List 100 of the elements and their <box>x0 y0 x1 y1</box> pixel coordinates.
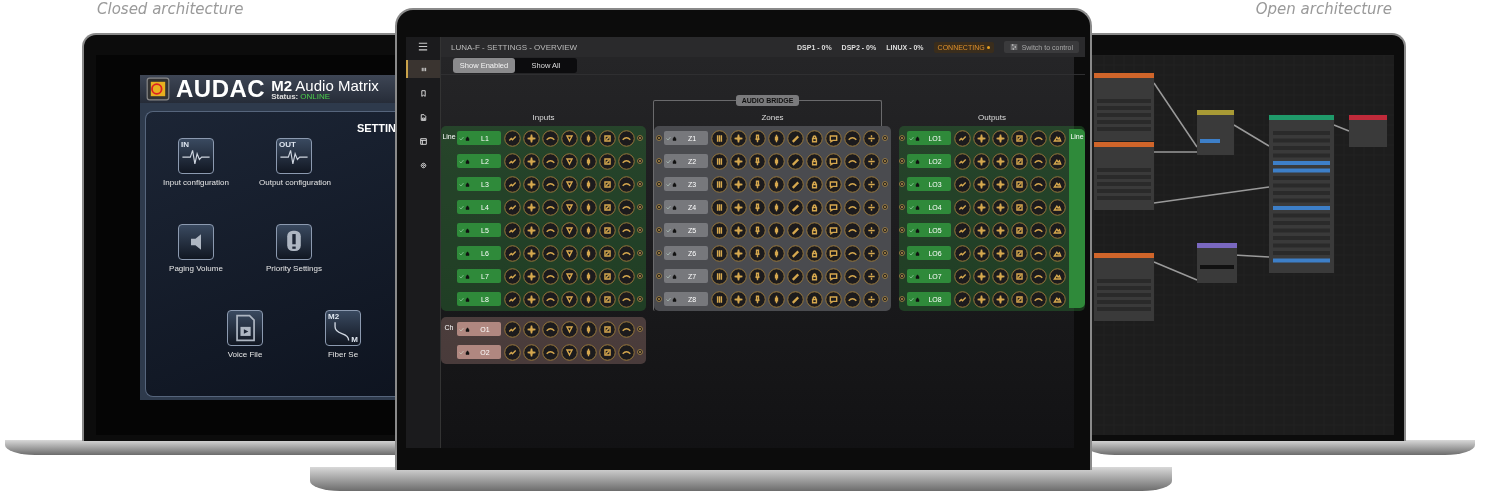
fan-icon[interactable] <box>561 320 578 338</box>
split-icon[interactable] <box>863 244 880 262</box>
star-burst-icon[interactable] <box>992 175 1009 193</box>
fader-icon[interactable] <box>768 129 785 147</box>
routing-icon[interactable] <box>599 221 616 239</box>
curve-icon[interactable] <box>542 152 559 170</box>
star-burst-icon[interactable] <box>992 152 1009 170</box>
curve-icon[interactable] <box>1030 244 1047 262</box>
tile-button[interactable] <box>227 310 263 346</box>
message-icon[interactable] <box>825 152 842 170</box>
pencil-icon[interactable] <box>787 198 804 216</box>
pencil-icon[interactable] <box>787 221 804 239</box>
sliders-icon[interactable] <box>711 175 728 193</box>
fader-icon[interactable] <box>768 198 785 216</box>
microphone-icon[interactable] <box>749 290 766 308</box>
fader-icon[interactable] <box>580 175 597 193</box>
mountain-icon[interactable] <box>1049 267 1066 285</box>
lock-icon[interactable] <box>806 244 823 262</box>
fader-icon[interactable] <box>768 221 785 239</box>
sidebar-item[interactable] <box>406 60 440 78</box>
menu-icon[interactable] <box>418 42 428 51</box>
curve-icon[interactable] <box>618 267 635 285</box>
fader-icon[interactable] <box>768 152 785 170</box>
routing-icon[interactable] <box>1011 267 1028 285</box>
message-icon[interactable] <box>825 290 842 308</box>
graph-node[interactable] <box>1094 73 1154 141</box>
routing-icon[interactable] <box>1011 175 1028 193</box>
curve-icon[interactable] <box>618 221 635 239</box>
fader-icon[interactable] <box>580 320 597 338</box>
star-burst-icon[interactable] <box>992 221 1009 239</box>
curve-icon[interactable] <box>1030 129 1047 147</box>
sliders-icon[interactable] <box>711 198 728 216</box>
fan-icon[interactable] <box>561 175 578 193</box>
routing-icon[interactable] <box>1011 129 1028 147</box>
graph-node[interactable] <box>1269 115 1334 273</box>
lock-icon[interactable] <box>806 290 823 308</box>
star-burst-icon[interactable] <box>973 175 990 193</box>
split-icon[interactable] <box>863 290 880 308</box>
star-burst-icon[interactable] <box>992 129 1009 147</box>
fader-icon[interactable] <box>580 244 597 262</box>
pencil-icon[interactable] <box>787 267 804 285</box>
star-burst-icon[interactable] <box>973 221 990 239</box>
star-burst-icon[interactable] <box>523 175 540 193</box>
star-burst-icon[interactable] <box>992 198 1009 216</box>
star-burst-icon[interactable] <box>973 244 990 262</box>
fan-icon[interactable] <box>561 290 578 308</box>
fan-icon[interactable] <box>561 267 578 285</box>
routing-icon[interactable] <box>1011 244 1028 262</box>
mountain-icon[interactable] <box>1049 175 1066 193</box>
sliders-icon[interactable] <box>711 221 728 239</box>
curve-icon[interactable] <box>1030 290 1047 308</box>
sliders-icon[interactable] <box>711 290 728 308</box>
star-burst-icon[interactable] <box>523 152 540 170</box>
mountain-icon[interactable] <box>1049 290 1066 308</box>
microphone-icon[interactable] <box>749 198 766 216</box>
fader-icon[interactable] <box>580 129 597 147</box>
mountain-icon[interactable] <box>1049 198 1066 216</box>
graph-node[interactable] <box>1349 115 1387 147</box>
message-icon[interactable] <box>825 267 842 285</box>
split-icon[interactable] <box>863 175 880 193</box>
fader-icon[interactable] <box>580 290 597 308</box>
graph-node[interactable] <box>1094 142 1154 210</box>
mountain-icon[interactable] <box>1049 129 1066 147</box>
curve-icon[interactable] <box>1030 221 1047 239</box>
curve-icon[interactable] <box>844 198 861 216</box>
star-burst-icon[interactable] <box>730 267 747 285</box>
microphone-icon[interactable] <box>749 129 766 147</box>
star-burst-icon[interactable] <box>992 267 1009 285</box>
star-burst-icon[interactable] <box>523 343 540 361</box>
curve-icon[interactable] <box>618 198 635 216</box>
microphone-icon[interactable] <box>749 267 766 285</box>
curve-icon[interactable] <box>618 320 635 338</box>
split-icon[interactable] <box>863 152 880 170</box>
microphone-icon[interactable] <box>749 152 766 170</box>
curve-icon[interactable] <box>618 175 635 193</box>
star-burst-icon[interactable] <box>523 244 540 262</box>
routing-icon[interactable] <box>599 343 616 361</box>
curve-icon[interactable] <box>542 320 559 338</box>
curve-icon[interactable] <box>618 129 635 147</box>
split-icon[interactable] <box>863 198 880 216</box>
curve-icon[interactable] <box>1030 152 1047 170</box>
curve-icon[interactable] <box>618 343 635 361</box>
routing-icon[interactable] <box>1011 198 1028 216</box>
fader-icon[interactable] <box>768 267 785 285</box>
graph-node[interactable] <box>1197 243 1237 283</box>
routing-icon[interactable] <box>1011 221 1028 239</box>
curve-icon[interactable] <box>1030 175 1047 193</box>
curve-icon[interactable] <box>542 221 559 239</box>
star-burst-icon[interactable] <box>973 152 990 170</box>
pencil-icon[interactable] <box>787 152 804 170</box>
fan-icon[interactable] <box>561 152 578 170</box>
routing-icon[interactable] <box>1011 290 1028 308</box>
routing-icon[interactable] <box>599 290 616 308</box>
microphone-icon[interactable] <box>749 221 766 239</box>
curve-icon[interactable] <box>844 152 861 170</box>
tile-button[interactable] <box>276 224 312 260</box>
star-burst-icon[interactable] <box>523 129 540 147</box>
star-burst-icon[interactable] <box>523 320 540 338</box>
routing-icon[interactable] <box>599 129 616 147</box>
lock-icon[interactable] <box>806 152 823 170</box>
